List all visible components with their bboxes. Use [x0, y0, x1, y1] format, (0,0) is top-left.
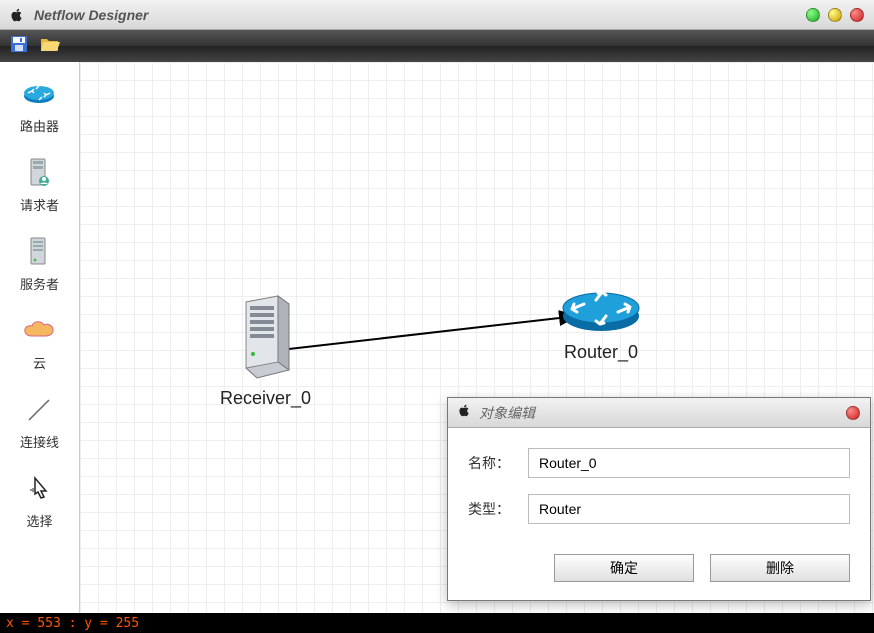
- line-icon: [21, 392, 57, 428]
- sidebar-item-label: 路由器: [20, 116, 59, 135]
- sidebar-item-label: 云: [33, 353, 46, 372]
- sidebar-item-server[interactable]: 服务者: [20, 234, 59, 293]
- dialog-title: 对象编辑: [479, 403, 535, 423]
- sidebar-item-label: 连接线: [20, 432, 59, 451]
- window-close-button[interactable]: [850, 8, 864, 22]
- apple-menu-icon[interactable]: [10, 8, 24, 22]
- server-tower-icon: [231, 292, 301, 384]
- statusbar: x = 553 : y = 255: [0, 613, 874, 633]
- sidebar-item-cloud[interactable]: 云: [22, 313, 58, 372]
- sidebar: 路由器 请求者 服务者 云 连接线: [0, 62, 80, 613]
- type-label: 类型：: [468, 499, 528, 519]
- sidebar-item-select[interactable]: 选择: [22, 471, 58, 530]
- requester-icon: [21, 155, 57, 191]
- router-icon: [21, 76, 57, 112]
- toolbar: [0, 30, 874, 62]
- server-icon: [21, 234, 57, 270]
- window-minimize-button[interactable]: [806, 8, 820, 22]
- node-router[interactable]: Router_0: [558, 282, 644, 363]
- cloud-icon: [22, 313, 58, 349]
- router-device-icon: [558, 282, 644, 338]
- sidebar-item-label: 请求者: [20, 195, 59, 214]
- sidebar-item-label: 选择: [26, 511, 52, 530]
- name-input[interactable]: [528, 448, 850, 478]
- cursor-coords: x = 553 : y = 255: [6, 616, 139, 631]
- sidebar-item-router[interactable]: 路由器: [20, 76, 59, 135]
- apple-menu-icon: [458, 404, 471, 422]
- open-icon[interactable]: [40, 36, 60, 57]
- dialog-close-button[interactable]: [846, 406, 860, 420]
- dialog-titlebar[interactable]: 对象编辑: [448, 398, 870, 428]
- save-icon[interactable]: [10, 35, 28, 58]
- sidebar-item-requester[interactable]: 请求者: [20, 155, 59, 214]
- sidebar-item-label: 服务者: [20, 274, 59, 293]
- ok-button[interactable]: 确定: [554, 554, 694, 582]
- sidebar-item-line[interactable]: 连接线: [20, 392, 59, 451]
- window-maximize-button[interactable]: [828, 8, 842, 22]
- pointer-icon: [22, 471, 58, 507]
- type-input[interactable]: [528, 494, 850, 524]
- node-label: Router_0: [564, 342, 638, 363]
- object-edit-dialog: 对象编辑 名称： 类型： 确定 删除: [447, 397, 871, 601]
- node-receiver[interactable]: Receiver_0: [220, 292, 311, 409]
- delete-button[interactable]: 删除: [710, 554, 850, 582]
- node-label: Receiver_0: [220, 388, 311, 409]
- window-title: Netflow Designer: [34, 7, 148, 23]
- name-label: 名称：: [468, 453, 528, 473]
- titlebar: Netflow Designer: [0, 0, 874, 30]
